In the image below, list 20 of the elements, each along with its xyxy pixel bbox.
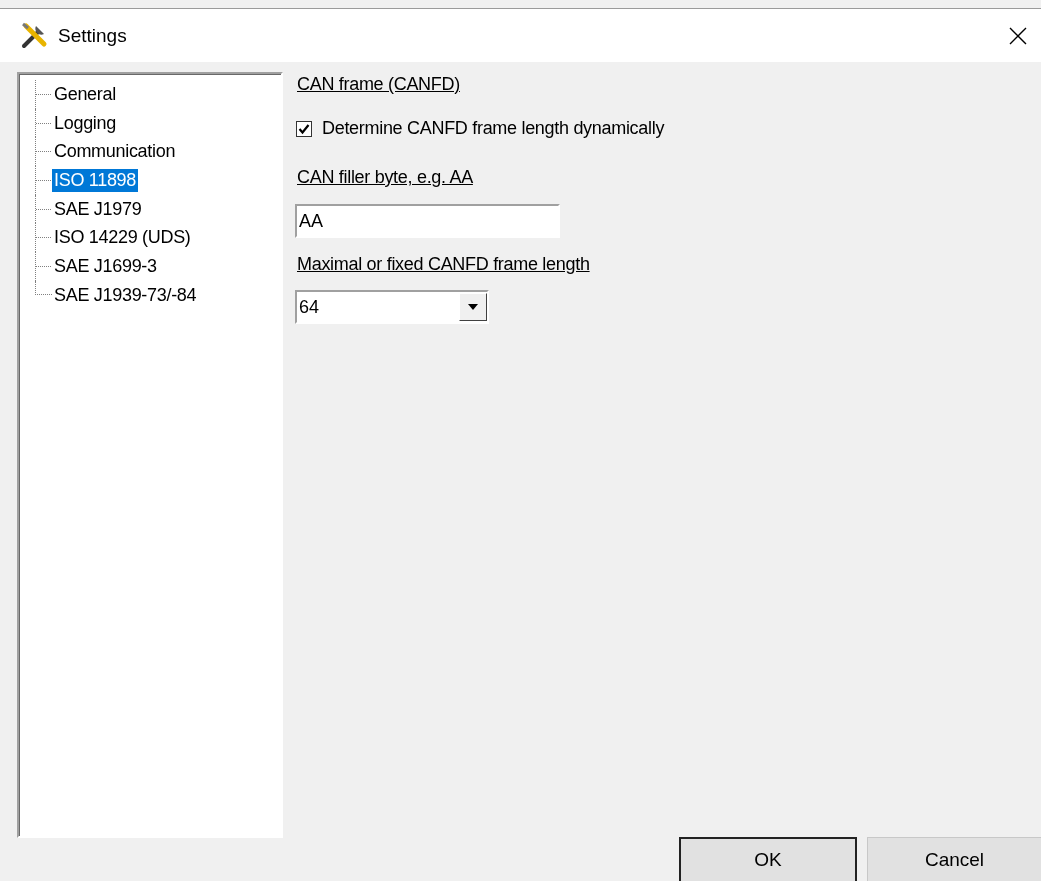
section-label: CAN frame (CANFD) <box>297 74 460 95</box>
section-label: Maximal or fixed CANFD frame length <box>297 254 590 275</box>
tree-item[interactable]: ISO 11898 <box>52 168 139 192</box>
tree-item[interactable]: Logging <box>52 111 118 135</box>
tree-item[interactable]: SAE J1939-73/-84 <box>52 283 199 307</box>
dropdown[interactable]: 64 <box>295 290 489 324</box>
section-label: CAN filler byte, e.g. AA <box>297 167 473 188</box>
tree-item[interactable]: General <box>52 82 118 106</box>
checkbox[interactable] <box>296 120 312 137</box>
tree-item[interactable]: ISO 14229 (UDS) <box>52 226 193 250</box>
caret-icon <box>459 293 487 321</box>
close-icon <box>1009 26 1027 45</box>
checkbox-label: Determine CANFD frame length dynamically <box>322 118 665 139</box>
window-title: Settings <box>58 24 128 47</box>
tree-item[interactable]: SAE J1979 <box>52 197 144 221</box>
tree-item[interactable]: Communication <box>52 140 178 164</box>
dialog-button[interactable]: Cancel <box>867 837 1041 881</box>
input-field[interactable]: AA <box>295 204 560 238</box>
dialog-button[interactable]: OK <box>679 837 857 881</box>
tree-item[interactable]: SAE J1699-3 <box>52 254 159 278</box>
